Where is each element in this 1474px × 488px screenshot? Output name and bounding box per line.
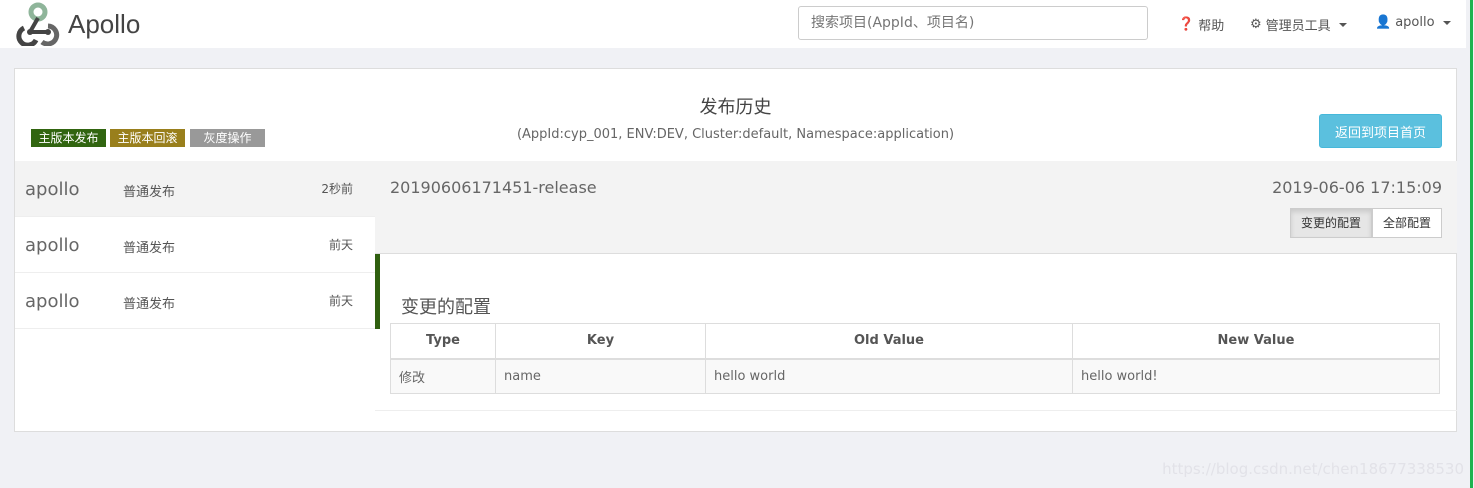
release-name: 20190606171451-release: [390, 178, 597, 197]
cell-new-value: hello world!: [1072, 358, 1440, 394]
release-type: 普通发布: [123, 185, 176, 200]
help-label: 帮助: [1198, 19, 1225, 34]
config-view-toggle: 变更的配置 全部配置: [1289, 208, 1442, 238]
operator: apollo: [25, 291, 80, 312]
history-item[interactable]: apollo 普通发布 前天: [15, 217, 380, 273]
user-label: apollo: [1395, 15, 1435, 30]
caret-down-icon: [1338, 22, 1347, 27]
tab-all-config[interactable]: 全部配置: [1371, 208, 1442, 238]
page-title: 发布历史: [699, 97, 772, 118]
caret-down-icon: [1442, 20, 1451, 25]
table-row: 修改 name hello world hello world!: [390, 358, 1440, 394]
history-item[interactable]: apollo 普通发布 2秒前: [15, 161, 380, 217]
release-detail: 20190606171451-release 2019-06-06 17:15:…: [375, 161, 1457, 411]
column-header: New Value: [1072, 323, 1440, 360]
release-date: 2019-06-06 17:15:09: [1272, 178, 1442, 197]
help-link[interactable]: ❓ 帮助: [1178, 15, 1224, 34]
cell-old-value: hello world: [705, 358, 1073, 394]
window-edge: [1470, 0, 1473, 488]
history-item[interactable]: apollo 普通发布 前天: [15, 273, 380, 329]
column-header: Key: [495, 323, 706, 360]
release-time: 前天: [328, 238, 353, 252]
release-type: 普通发布: [123, 297, 176, 312]
release-time: 前天: [328, 294, 353, 308]
column-header: Type: [390, 323, 496, 360]
cell-key: name: [495, 358, 706, 394]
gear-icon: ⚙: [1250, 17, 1262, 32]
top-navbar: Apollo ❓帮助 ⚙管理员工具 👤apollo: [0, 0, 1466, 48]
section-title: 变更的配置: [401, 297, 491, 318]
legend-master-release: 主版本发布: [31, 129, 106, 147]
release-time: 2秒前: [321, 182, 353, 196]
release-detail-header: 20190606171451-release 2019-06-06 17:15:…: [375, 161, 1457, 254]
search-input[interactable]: [798, 6, 1148, 40]
admin-tools-dropdown[interactable]: ⚙ 管理员工具: [1250, 15, 1347, 34]
apollo-logo[interactable]: Apollo: [12, 2, 140, 46]
table-header-row: Type Key Old Value New Value: [390, 323, 1440, 360]
changed-config-table: Type Key Old Value New Value 修改 name hel…: [390, 323, 1440, 394]
user-icon: 👤: [1375, 15, 1392, 30]
apollo-logo-icon: [16, 2, 60, 46]
operator: apollo: [25, 179, 80, 200]
release-type: 普通发布: [123, 241, 176, 256]
admin-tools-label: 管理员工具: [1265, 19, 1331, 34]
release-history-panel: 发布历史 (AppId:cyp_001, ENV:DEV, Cluster:de…: [14, 68, 1457, 432]
legend-gray-operation: 灰度操作: [190, 129, 265, 147]
user-dropdown[interactable]: 👤 apollo: [1375, 15, 1451, 30]
tab-changed-config[interactable]: 变更的配置: [1289, 208, 1372, 238]
back-to-project-button[interactable]: 返回到项目首页: [1319, 114, 1442, 148]
column-header: Old Value: [705, 323, 1073, 360]
question-circle-icon: ❓: [1178, 17, 1195, 32]
watermark: https://blog.csdn.net/chen18677338530: [1162, 460, 1464, 478]
legend-master-rollback: 主版本回滚: [110, 129, 185, 147]
release-history-list: apollo 普通发布 2秒前 apollo 普通发布 前天 apollo 普通发布 前天: [15, 161, 380, 329]
brand-name: Apollo: [68, 8, 141, 39]
cell-type: 修改: [390, 358, 496, 394]
operator: apollo: [25, 235, 80, 256]
